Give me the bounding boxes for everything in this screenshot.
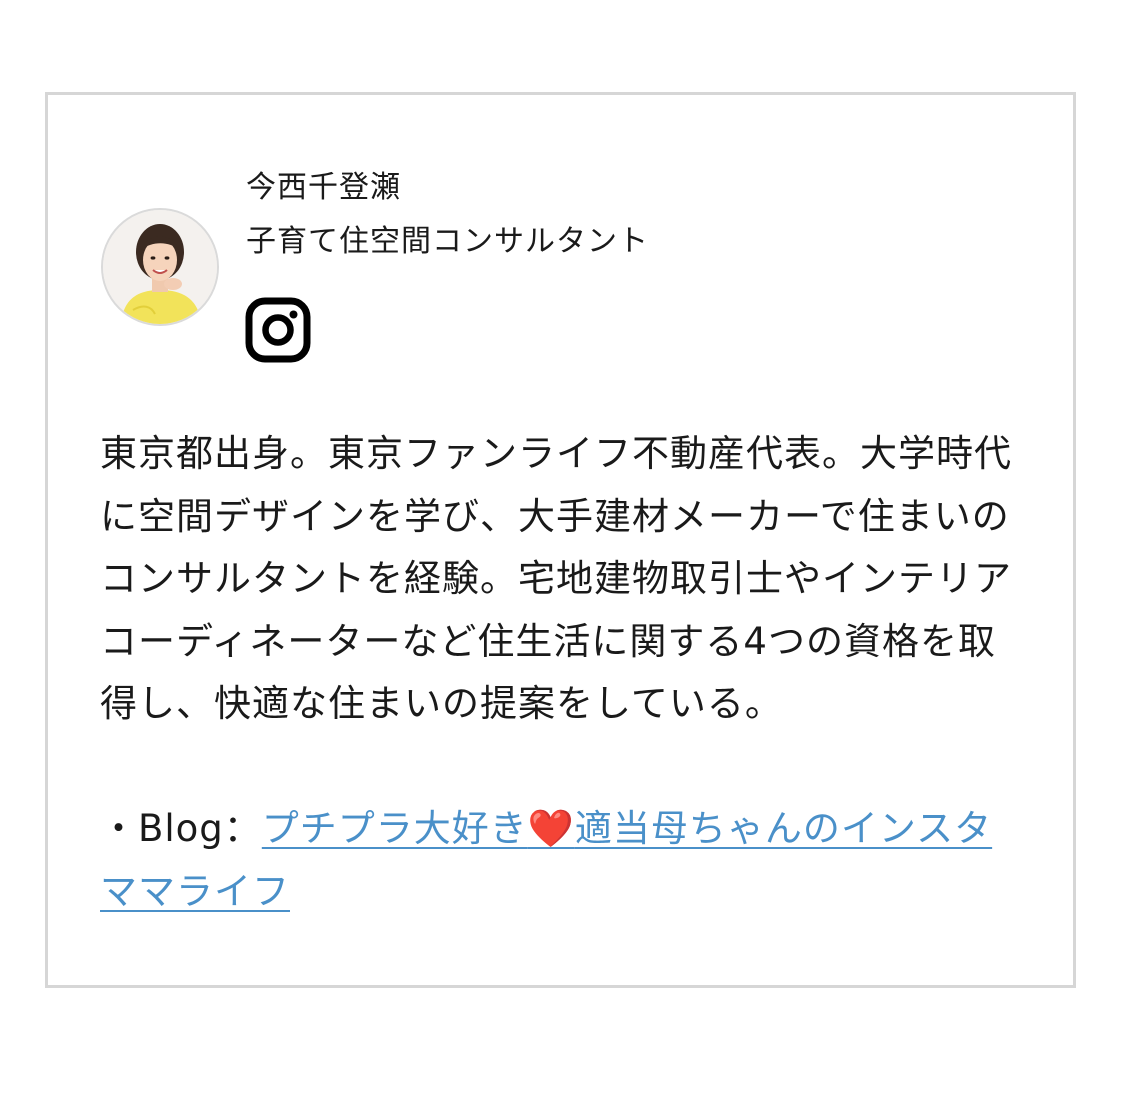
author-profile-card: 今西千登瀬 子育て住空間コンサルタント 東京都出身。東京ファンライフ不動産代表。… xyxy=(45,92,1076,988)
author-bio: 東京都出身。東京ファンライフ不動産代表。大学時代に空間デザインを学び、大手建材メ… xyxy=(100,432,1012,725)
instagram-link[interactable] xyxy=(244,296,312,364)
instagram-icon xyxy=(245,297,311,363)
blog-prefix: ・Blog： xyxy=(100,807,262,850)
blog-link-text-1: プチプラ大好き xyxy=(261,807,528,850)
blog-line: ・Blog：プチプラ大好き❤️適当母ちゃんのインスタママライフ xyxy=(100,798,1030,923)
author-title: 子育て住空間コンサルタント xyxy=(246,224,649,259)
heart-icon: ❤️ xyxy=(527,807,575,850)
author-name: 今西千登瀬 xyxy=(246,170,401,205)
author-avatar xyxy=(101,208,219,326)
author-photo xyxy=(103,210,217,324)
